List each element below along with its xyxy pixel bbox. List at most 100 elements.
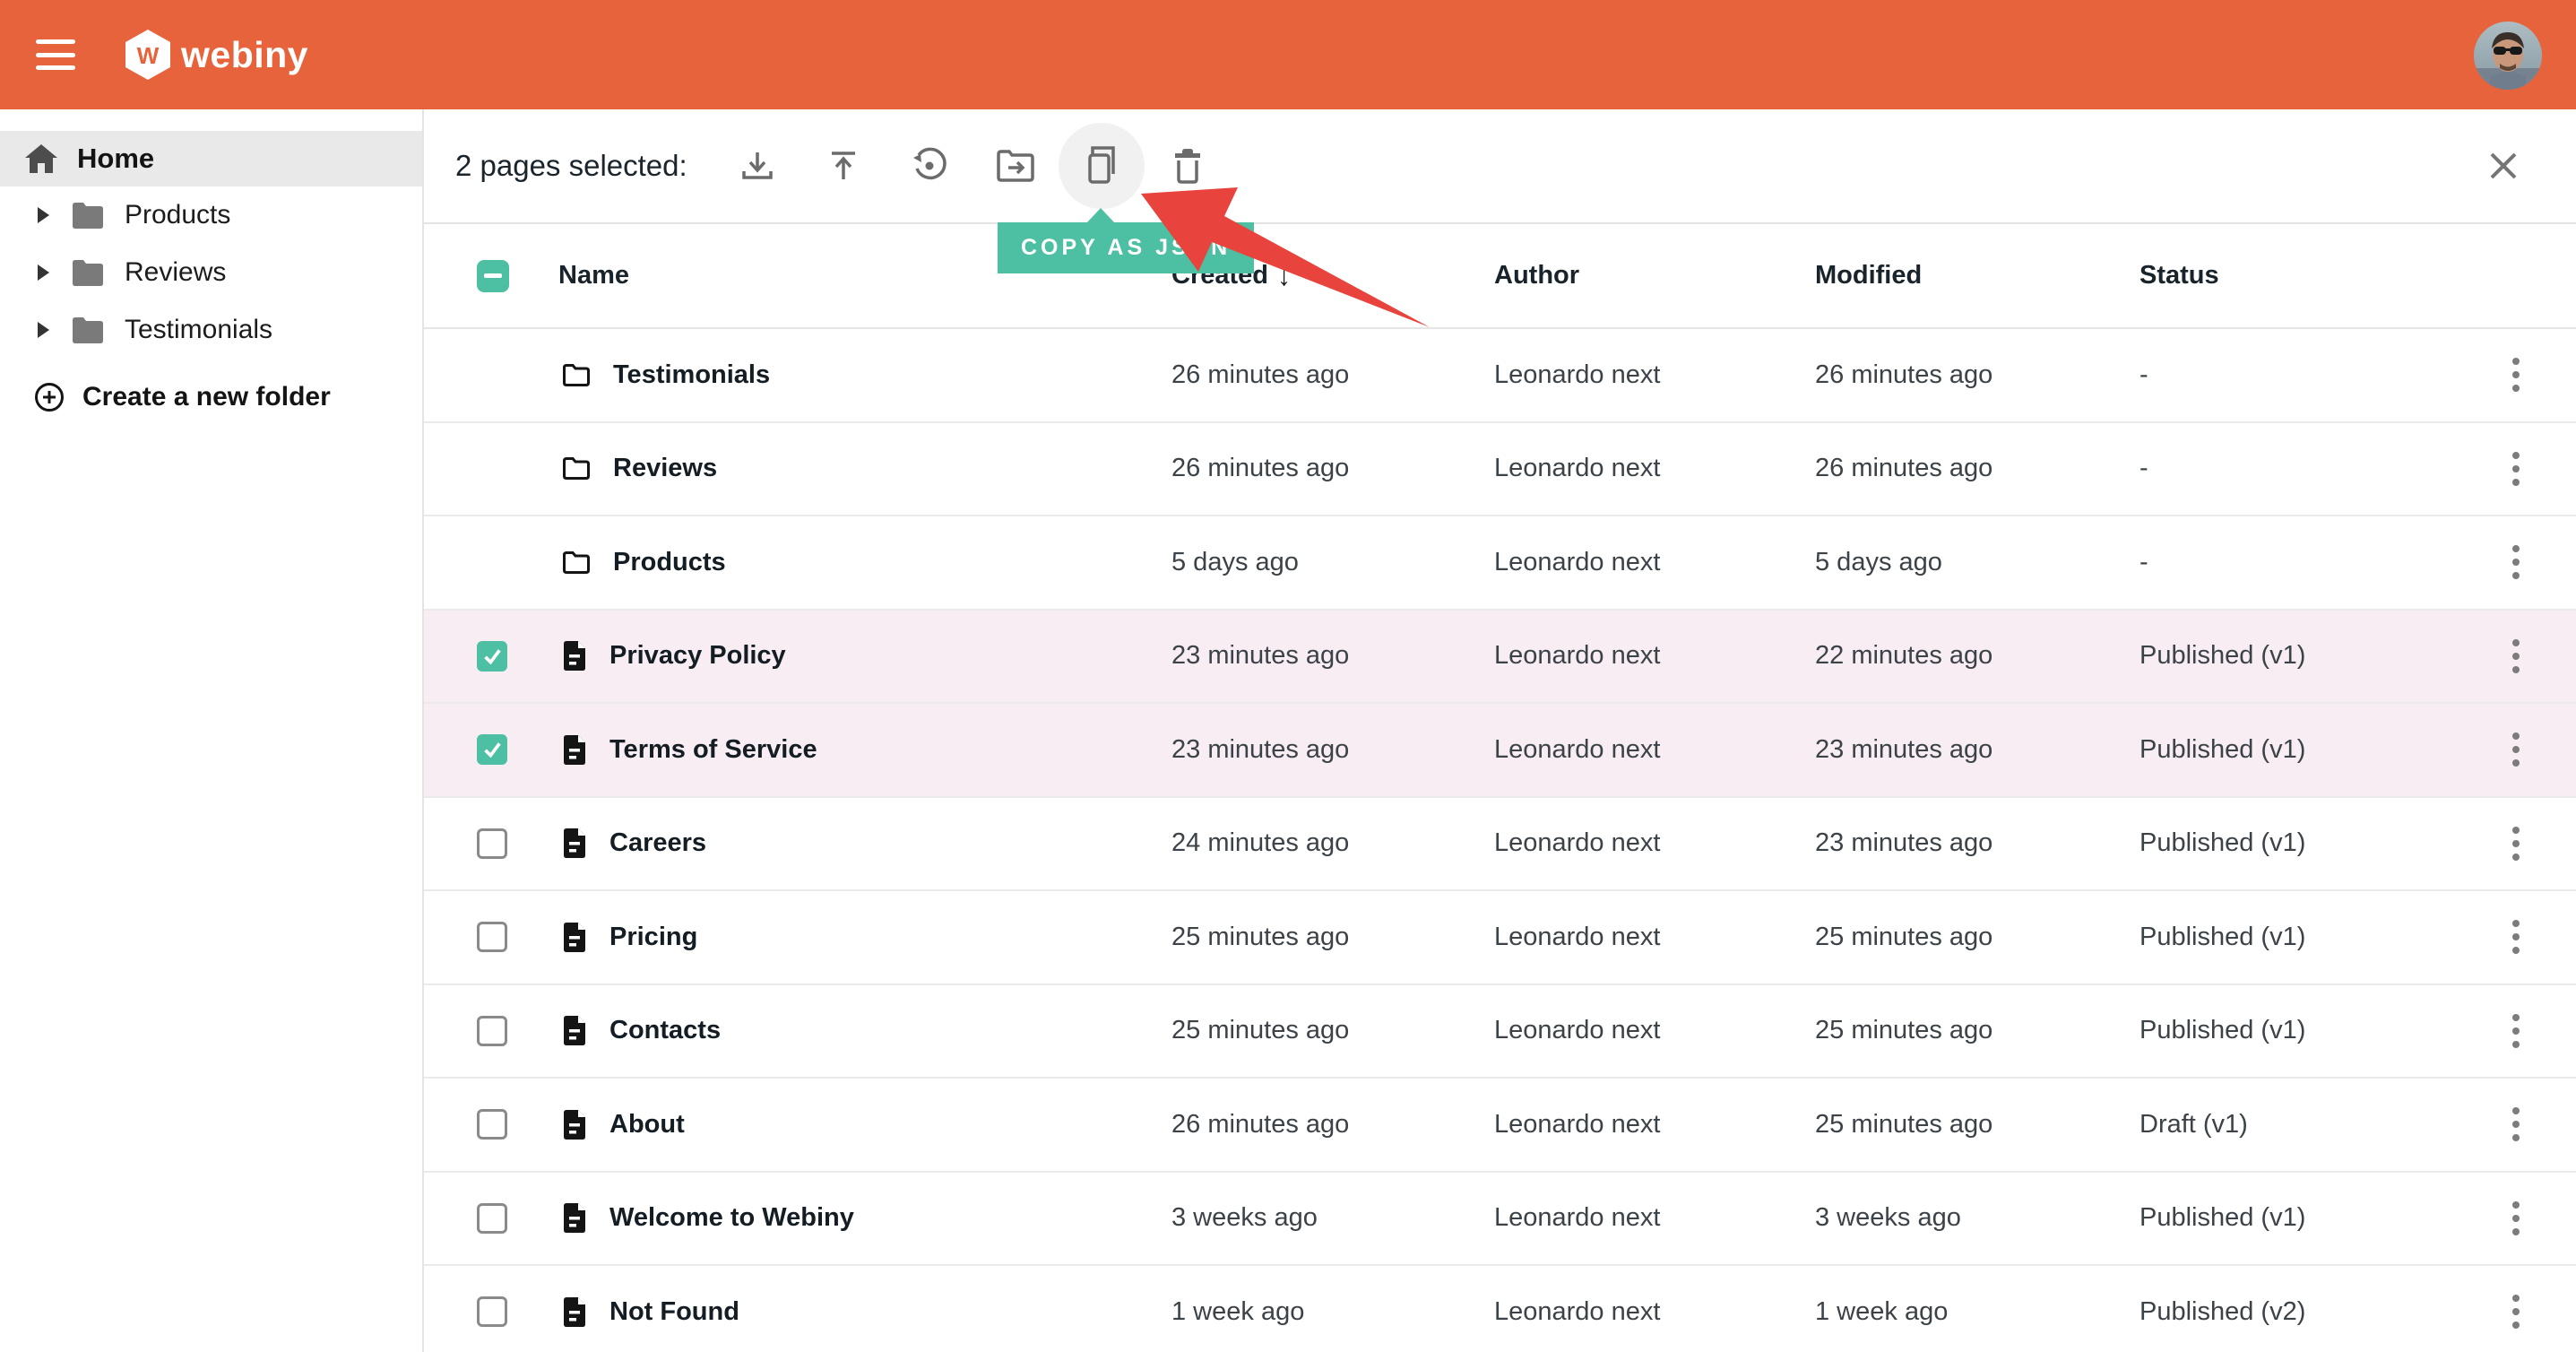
folder-icon <box>71 203 103 229</box>
sidebar-item-label: Testimonials <box>125 315 272 345</box>
row-name[interactable]: Testimonials <box>613 360 770 390</box>
row-author: Leonardo next <box>1483 735 1804 765</box>
chevron-right-icon[interactable] <box>38 264 49 281</box>
move-to-folder-button[interactable] <box>996 146 1035 186</box>
document-icon <box>562 1109 587 1140</box>
column-header-author[interactable]: Author <box>1494 261 1579 290</box>
user-avatar[interactable] <box>2474 22 2542 90</box>
row-name[interactable]: Privacy Policy <box>609 641 786 671</box>
table-row[interactable]: Products5 days agoLeonardo next5 days ag… <box>424 516 2576 611</box>
row-checkbox[interactable] <box>477 1016 507 1046</box>
table-row[interactable]: Pricing25 minutes agoLeonardo next25 min… <box>424 891 2576 985</box>
table-row[interactable]: Not Found1 week agoLeonardo next1 week a… <box>424 1266 2576 1352</box>
sidebar: Home Products Reviews Testimonials <box>0 109 424 1352</box>
sidebar-item-label: Products <box>125 200 230 230</box>
row-name[interactable]: Contacts <box>609 1016 721 1045</box>
document-icon <box>562 1202 587 1234</box>
document-icon <box>562 1296 587 1328</box>
row-created: 25 minutes ago <box>1161 923 1483 952</box>
folder-icon <box>71 317 103 343</box>
column-header-status[interactable]: Status <box>2139 261 2219 290</box>
row-name[interactable]: Not Found <box>609 1297 739 1327</box>
row-checkbox[interactable] <box>477 1109 507 1140</box>
table-row[interactable]: About26 minutes agoLeonardo next25 minut… <box>424 1079 2576 1173</box>
selection-count-text: 2 pages selected: <box>455 149 687 183</box>
table-row[interactable]: Welcome to Webiny3 weeks agoLeonardo nex… <box>424 1173 2576 1267</box>
create-new-folder-button[interactable]: Create a new folder <box>0 369 422 425</box>
kebab-menu-icon[interactable] <box>2507 818 2525 869</box>
chevron-right-icon[interactable] <box>38 322 49 338</box>
kebab-menu-icon[interactable] <box>2507 912 2525 963</box>
row-checkbox[interactable] <box>477 828 507 859</box>
row-modified: 23 minutes ago <box>1804 735 2129 765</box>
kebab-menu-icon[interactable] <box>2507 443 2525 494</box>
row-status: Published (v2) <box>2129 1297 2456 1327</box>
table-row[interactable]: Reviews26 minutes agoLeonardo next26 min… <box>424 423 2576 517</box>
row-status: Published (v1) <box>2129 641 2456 671</box>
row-name[interactable]: Reviews <box>613 454 717 483</box>
column-header-modified[interactable]: Modified <box>1815 261 1922 290</box>
sidebar-item-testimonials[interactable]: Testimonials <box>0 301 422 359</box>
table-row[interactable]: Terms of Service 23 minutes agoLeonardo n… <box>424 704 2576 798</box>
kebab-menu-icon[interactable] <box>2507 1099 2525 1150</box>
row-checkbox[interactable] <box>477 641 507 672</box>
row-name[interactable]: Welcome to Webiny <box>609 1203 854 1233</box>
row-name[interactable]: Careers <box>609 828 706 858</box>
row-author: Leonardo next <box>1483 548 1804 577</box>
kebab-menu-icon[interactable] <box>2507 1287 2525 1338</box>
row-modified: 3 weeks ago <box>1804 1203 2129 1233</box>
row-created: 5 days ago <box>1161 548 1483 577</box>
row-name[interactable]: Products <box>613 548 726 577</box>
row-name[interactable]: About <box>609 1110 685 1140</box>
kebab-menu-icon[interactable] <box>2507 537 2525 588</box>
table-row[interactable]: Privacy Policy23 minutes agoLeonardo nex… <box>424 611 2576 705</box>
table-row[interactable]: Careers24 minutes agoLeonardo next23 min… <box>424 798 2576 892</box>
row-status: Published (v1) <box>2129 923 2456 952</box>
row-status: Published (v1) <box>2129 828 2456 858</box>
download-icon <box>739 147 776 185</box>
row-checkbox[interactable] <box>477 734 507 765</box>
kebab-menu-icon[interactable] <box>2507 724 2525 776</box>
kebab-menu-icon[interactable] <box>2507 1192 2525 1244</box>
document-icon <box>562 828 587 859</box>
sort-desc-icon[interactable]: ↓ <box>1277 262 1291 292</box>
row-created: 24 minutes ago <box>1161 828 1483 858</box>
row-modified: 25 minutes ago <box>1804 923 2129 952</box>
sidebar-item-label: Reviews <box>125 257 226 288</box>
export-button[interactable] <box>824 146 863 186</box>
kebab-menu-icon[interactable] <box>2507 630 2525 681</box>
download-button[interactable] <box>738 146 777 186</box>
close-selection-button[interactable] <box>2485 148 2521 184</box>
hamburger-menu-icon[interactable] <box>36 39 75 70</box>
row-created: 23 minutes ago <box>1161 735 1483 765</box>
row-checkbox[interactable] <box>477 1203 507 1234</box>
webiny-logo[interactable]: W webiny <box>125 30 308 80</box>
copy-as-json-button[interactable] <box>1082 146 1121 186</box>
row-modified: 26 minutes ago <box>1804 454 2129 483</box>
svg-text:W: W <box>137 42 160 69</box>
chevron-right-icon[interactable] <box>38 207 49 223</box>
table-row[interactable]: Contacts25 minutes agoLeonardo next25 mi… <box>424 985 2576 1079</box>
sidebar-item-reviews[interactable]: Reviews <box>0 244 422 301</box>
row-name[interactable]: Pricing <box>609 923 697 952</box>
row-name[interactable]: Terms of Service <box>609 735 817 765</box>
row-checkbox[interactable] <box>477 922 507 952</box>
top-app-bar: W webiny <box>0 0 2576 109</box>
tooltip-arrow <box>1087 208 1114 222</box>
column-header-name[interactable]: Name <box>558 261 629 290</box>
delete-button[interactable] <box>1168 146 1207 186</box>
row-created: 1 week ago <box>1161 1297 1483 1327</box>
kebab-menu-icon[interactable] <box>2507 1005 2525 1056</box>
kebab-menu-icon[interactable] <box>2507 350 2525 401</box>
close-icon <box>2487 150 2520 182</box>
restore-button[interactable] <box>910 146 949 186</box>
row-author: Leonardo next <box>1483 1297 1804 1327</box>
row-checkbox[interactable] <box>477 1296 507 1327</box>
sidebar-item-home[interactable]: Home <box>0 131 422 186</box>
sidebar-item-products[interactable]: Products <box>0 186 422 244</box>
select-all-checkbox[interactable] <box>477 260 509 292</box>
row-status: Published (v1) <box>2129 1203 2456 1233</box>
folder-icon <box>562 550 591 575</box>
table-row[interactable]: Testimonials26 minutes agoLeonardo next2… <box>424 329 2576 423</box>
folder-icon <box>562 363 591 387</box>
